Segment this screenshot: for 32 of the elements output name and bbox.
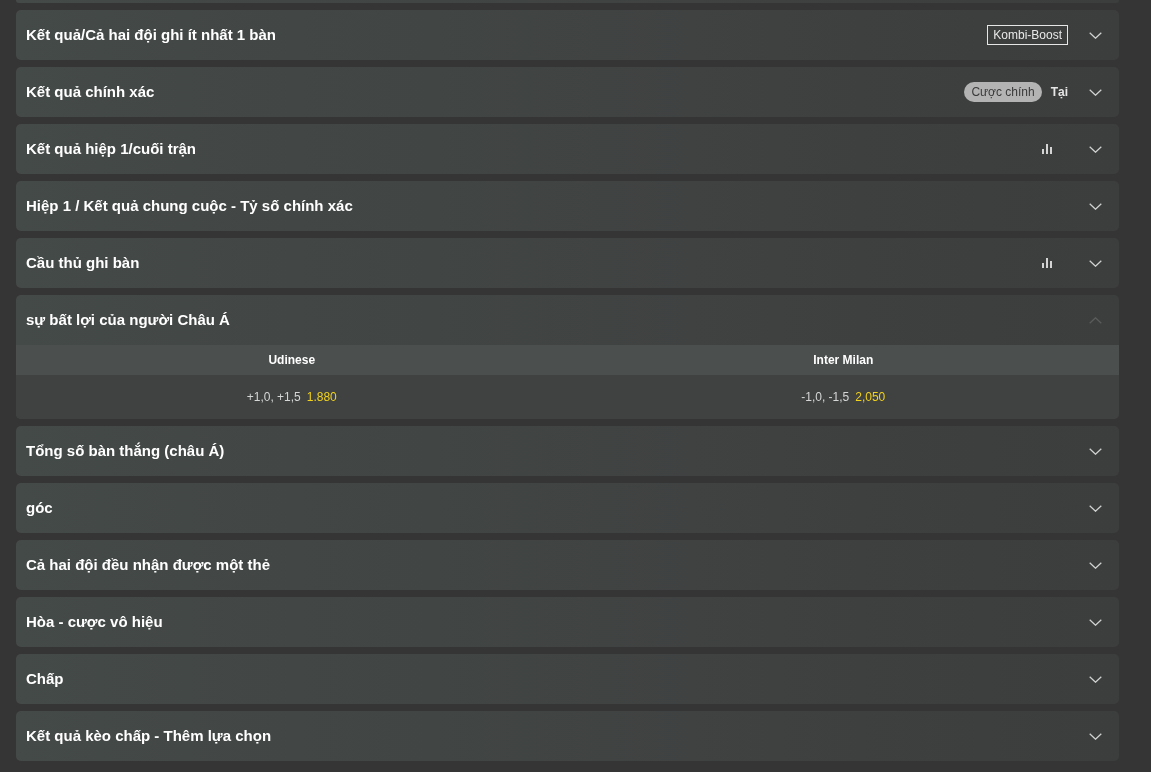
market-title: sự bất lợi của người Châu Á (26, 309, 230, 330)
market-title: Hiệp 1 / Kết quả chung cuộc - Tỷ số chính xác (26, 195, 353, 216)
bar-chart-icon[interactable] (1042, 258, 1052, 268)
market-title: Tổng số bàn thắng (châu Á) (26, 440, 225, 461)
market-title: Hòa - cược vô hiệu (26, 611, 163, 632)
chevron-down-icon[interactable] (1089, 675, 1102, 683)
chevron-down-icon[interactable] (1089, 31, 1102, 39)
main-bet-tag: Cược chính (964, 82, 1042, 102)
chevron-down-icon[interactable] (1089, 259, 1102, 267)
chevron-down-icon[interactable] (1089, 504, 1102, 512)
market-title: Kết quả hiệp 1/cuối trận (26, 138, 197, 159)
bar-chart-icon[interactable] (1042, 144, 1052, 154)
chevron-down-icon[interactable] (1089, 618, 1102, 626)
chevron-down-icon[interactable] (1089, 447, 1102, 455)
market-title: góc (26, 497, 53, 518)
team-name: Udinese (268, 352, 316, 369)
market-title: Kết quả kèo chấp - Thêm lựa chọn (26, 725, 272, 746)
market-title: Kết quả/Cả hai đội ghi ít nhất 1 bàn (26, 24, 276, 45)
market-title: Cả hai đội đều nhận được một thẻ (26, 554, 271, 575)
odds-button[interactable]: -1,0, -1,5 2,050 (801, 388, 886, 406)
chevron-down-icon[interactable] (1089, 732, 1102, 740)
chevron-down-icon[interactable] (1089, 145, 1102, 153)
odds-button[interactable]: +1,0, +1,5 1.880 (246, 388, 337, 406)
line-label: Tại (1050, 84, 1068, 100)
boost-tag: Kombi-Boost (987, 25, 1068, 45)
team-name: Inter Milan (813, 352, 874, 369)
market-title: Kết quả chính xác (26, 81, 155, 102)
chevron-down-icon[interactable] (1089, 88, 1102, 96)
market-title: Chấp (26, 668, 64, 689)
market-title: Cầu thủ ghi bàn (26, 252, 140, 273)
chevron-down-icon[interactable] (1089, 202, 1102, 210)
chevron-down-icon[interactable] (1089, 561, 1102, 569)
